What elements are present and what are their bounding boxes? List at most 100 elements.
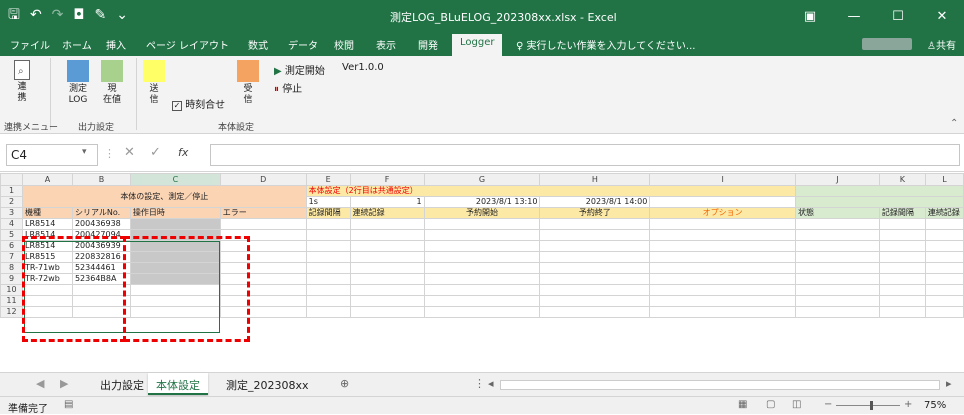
col-header-l[interactable]: L — [924, 173, 964, 186]
cell[interactable] — [305, 273, 351, 285]
enter-icon[interactable]: ✓ — [150, 145, 161, 160]
row-header[interactable]: 10 — [0, 284, 23, 296]
row-header[interactable]: 6 — [0, 240, 23, 252]
sheet-tab-measure[interactable]: 測定_202308xx — [226, 377, 309, 393]
cell-b3[interactable]: シリアルNo. — [71, 207, 131, 219]
cell[interactable] — [539, 229, 651, 241]
collapse-ribbon-icon[interactable]: ⌃ — [950, 118, 958, 129]
zoom-level[interactable]: 75% — [924, 400, 946, 411]
tab-review[interactable]: 校閲 — [334, 37, 354, 52]
tab-file[interactable]: ファイル — [10, 37, 50, 52]
cell-l3[interactable]: 連続記録 — [924, 207, 964, 219]
cell[interactable] — [924, 273, 964, 285]
account-area[interactable] — [862, 38, 912, 50]
cell[interactable] — [795, 273, 880, 285]
cell[interactable] — [349, 218, 425, 230]
tab-developer[interactable]: 開発 — [418, 37, 438, 52]
cell[interactable] — [423, 218, 541, 230]
start-measure-button[interactable]: ▶ 測定開始 — [274, 62, 325, 77]
cell[interactable] — [795, 251, 880, 263]
zoom-slider[interactable] — [836, 405, 900, 406]
tell-me-box[interactable]: ♀ 実行したい作業を入力してください... — [516, 37, 695, 52]
cell-h3[interactable]: 予約終了 — [539, 207, 651, 219]
row-header[interactable]: 7 — [0, 251, 23, 263]
send-button[interactable]: 送 信 — [142, 60, 166, 106]
cell-i2[interactable] — [649, 196, 797, 208]
col-header-e[interactable]: E — [305, 173, 351, 186]
close-button[interactable]: ✕ — [920, 0, 964, 32]
cell[interactable] — [924, 240, 964, 252]
normal-view-icon[interactable]: ▦ — [738, 399, 747, 410]
cell[interactable] — [539, 273, 651, 285]
cell[interactable] — [423, 251, 541, 263]
cell[interactable] — [423, 262, 541, 274]
cell-model[interactable]: LR8514 — [21, 218, 73, 230]
cell[interactable] — [423, 240, 541, 252]
name-box-dropdown-icon[interactable]: ▾ — [82, 147, 87, 157]
cell[interactable] — [423, 229, 541, 241]
cell-op-time[interactable] — [129, 218, 221, 230]
cell-h2[interactable]: 2023/8/1 14:00 — [539, 196, 651, 208]
page-break-view-icon[interactable]: ◫ — [792, 399, 801, 410]
share-button[interactable]: ♙共有 — [927, 37, 956, 52]
row-header[interactable]: 1 — [0, 185, 23, 197]
cell-k3[interactable]: 記録間隔 — [878, 207, 926, 219]
page-layout-view-icon[interactable]: ▢ — [766, 399, 775, 410]
customize-qat-icon[interactable]: ⌄ — [116, 6, 128, 24]
insert-function-icon[interactable]: fx — [178, 146, 188, 159]
cell-c3[interactable]: 操作日時 — [129, 207, 221, 219]
format-painter-icon[interactable]: ✎ — [94, 6, 106, 24]
cell[interactable] — [539, 251, 651, 263]
cell[interactable] — [539, 240, 651, 252]
cell-a3[interactable]: 機種 — [21, 207, 73, 219]
maximize-button[interactable]: ☐ — [876, 0, 920, 32]
cell[interactable] — [305, 229, 351, 241]
receive-button[interactable]: 受 信 — [236, 60, 260, 106]
h-scroll-left-icon[interactable]: ◂ — [488, 377, 494, 390]
cell[interactable] — [924, 218, 964, 230]
camera-icon[interactable]: ◘ — [73, 6, 84, 24]
sheet-tab-body[interactable]: 本体設定 — [148, 373, 208, 395]
horizontal-scrollbar[interactable] — [500, 380, 940, 390]
time-sync-checkbox[interactable]: ✓ 時刻合せ — [172, 96, 225, 111]
cell-e2[interactable]: 1s — [305, 196, 351, 208]
row-header[interactable]: 12 — [0, 306, 23, 318]
cell[interactable] — [878, 218, 926, 230]
cancel-icon[interactable]: ✕ — [124, 145, 135, 160]
ribbon-display-icon[interactable]: ▣ — [788, 0, 832, 32]
cell[interactable] — [649, 273, 797, 285]
formula-input[interactable] — [210, 144, 960, 166]
save-icon[interactable]: 🖫 — [8, 6, 20, 24]
cell[interactable] — [795, 240, 880, 252]
sheet-tab-output[interactable]: 出力設定 — [100, 377, 144, 393]
row-header[interactable]: 9 — [0, 273, 23, 285]
cell-e3[interactable]: 記録間隔 — [305, 207, 351, 219]
cell[interactable] — [795, 218, 880, 230]
cell[interactable] — [878, 229, 926, 241]
cell[interactable] — [878, 273, 926, 285]
cell[interactable] — [349, 251, 425, 263]
cell[interactable] — [539, 218, 651, 230]
cell[interactable] — [349, 273, 425, 285]
cell[interactable] — [349, 262, 425, 274]
cell-j2[interactable] — [795, 196, 964, 208]
row-header[interactable]: 5 — [0, 229, 23, 241]
link-button[interactable]: ⌕ 連 携 — [10, 60, 34, 104]
row-header[interactable]: 2 — [0, 196, 23, 208]
cell[interactable] — [649, 251, 797, 263]
row-header[interactable]: 8 — [0, 262, 23, 274]
cell[interactable] — [423, 273, 541, 285]
select-all-corner[interactable] — [0, 173, 23, 186]
zoom-in-icon[interactable]: + — [904, 399, 912, 410]
col-header-i[interactable]: I — [649, 173, 797, 186]
cell[interactable] — [305, 218, 351, 230]
cell-d3[interactable]: エラー — [219, 207, 307, 219]
col-header-f[interactable]: F — [349, 173, 425, 186]
cell[interactable] — [349, 240, 425, 252]
tab-home[interactable]: ホーム — [62, 37, 92, 52]
cell[interactable] — [878, 240, 926, 252]
cell[interactable] — [649, 229, 797, 241]
redo-icon[interactable]: ↷ — [52, 6, 64, 24]
col-header-c[interactable]: C — [129, 173, 221, 186]
measure-log-button[interactable]: 測定 LOG — [66, 60, 90, 106]
